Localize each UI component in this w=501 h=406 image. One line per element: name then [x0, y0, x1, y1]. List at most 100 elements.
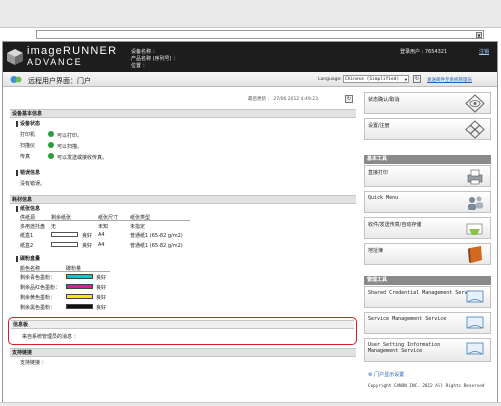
status-monitor-button[interactable]: 状态确认/取消: [364, 92, 491, 114]
error-value: 没有错误。: [20, 181, 46, 187]
status-monitor-icon: [465, 94, 485, 113]
paper-size: A4: [98, 242, 105, 248]
canon-logo-icon: [7, 49, 23, 65]
toner-bar-black: [66, 304, 93, 309]
toner-bar-yellow: [66, 294, 93, 299]
language-value: Chinese (Simplified): [345, 77, 400, 82]
paper-source: 纸盒2: [20, 243, 34, 249]
toner-label-black: 剩余黑色墨粉：: [20, 305, 56, 311]
paper-type: 未指定: [130, 224, 146, 230]
service-management-button[interactable]: Service Management Service: [364, 312, 491, 334]
logout-link[interactable]: 注销: [479, 48, 489, 55]
status-value-scanner: 可以扫描。: [57, 144, 83, 150]
address-dropdown-icon[interactable]: ▼: [476, 32, 482, 38]
direct-print-label: 直接打印: [368, 170, 389, 176]
message-board-header: 信息板: [11, 320, 354, 329]
quick-menu-button[interactable]: Quick Menu: [364, 191, 491, 213]
toner-value-yellow: 良好: [96, 295, 107, 301]
status-label-scanner: 扫描仪: [20, 143, 36, 149]
refresh-icon[interactable]: ↻: [413, 75, 421, 83]
settings-registration-label: 设置/注册: [368, 123, 390, 129]
user-setting-info-label: User Setting Information Management Serv…: [368, 342, 441, 354]
browser-toolbar: [0, 0, 501, 28]
table-divider: [20, 220, 190, 221]
product-name-label: 产品名称 (序列号) ：: [131, 56, 179, 62]
paper-size: A4: [98, 232, 105, 238]
chevron-down-icon: ▼: [404, 77, 407, 82]
paper-info-subheader: 纸张信息: [16, 206, 40, 212]
user-setting-info-button[interactable]: User Setting Information Management Serv…: [364, 338, 491, 362]
paper-type: 普通纸1 (65-82 g/m2): [130, 233, 183, 239]
status-label-printer: 打印机: [20, 132, 36, 138]
shared-credential-button[interactable]: Shared Credential Management Service: [364, 286, 491, 308]
status-value-printer: 可以打印。: [57, 133, 83, 139]
service-window-icon: [466, 342, 484, 355]
toner-label-yellow: 剩余黄色墨粉：: [20, 295, 56, 301]
printer-icon: [467, 169, 483, 185]
browser-status-bar: [0, 402, 501, 406]
status-ok-icon: [48, 153, 54, 159]
brand-name: imageRUNNER: [27, 45, 118, 57]
toner-value-cyan: 良好: [96, 275, 107, 281]
portal-icon: [10, 76, 22, 83]
toner-label-magenta: 剩余品红色墨粉：: [20, 285, 61, 291]
mail-admin-link[interactable]: 发送邮件至系统管理员: [427, 77, 472, 83]
toner-value-black: 良好: [96, 305, 107, 311]
fax-inbox-label: 收件/发送传真/自动存储: [368, 222, 422, 228]
last-updated: 最后更新 ： 27/06 2012 4:49:23: [248, 97, 318, 102]
support-links-text: 支持链接 ：: [20, 360, 47, 366]
paper-level-bar: [51, 242, 78, 247]
language-label: Language:: [318, 77, 342, 82]
shared-credential-label: Shared Credential Management Service: [368, 290, 477, 296]
toner-subheader: 碳粉盒量: [16, 256, 40, 262]
paper-level-bar: [51, 232, 78, 237]
consumables-header: 耗材信息: [10, 195, 356, 204]
direct-print-button[interactable]: 直接打印: [364, 165, 491, 187]
brand-subname: ADVANCE: [27, 57, 83, 67]
status-value-fax: 可以发送或接收传真。: [57, 155, 108, 161]
service-window-icon: [466, 316, 484, 329]
portal-display-settings-label: 门户显示设置: [374, 372, 405, 378]
toner-bar-magenta: [66, 284, 93, 289]
inbox-icon: [466, 223, 483, 235]
refresh-icon[interactable]: ↻: [345, 95, 353, 103]
service-window-icon: [466, 290, 484, 303]
toner-value-magenta: 良好: [96, 285, 107, 291]
location-label: 位置 ：: [131, 63, 148, 69]
settings-icon: [465, 120, 485, 139]
paper-source: 纸盒1: [20, 233, 34, 239]
copyright: Copyright CANON INC. 2012 All Rights Res…: [368, 384, 485, 389]
paper-type: 普通纸1 (65-82 g/m2): [130, 243, 183, 249]
address-bar[interactable]: ▼: [36, 30, 484, 39]
device-name-label: 设备名称 ：: [131, 49, 158, 55]
status-monitor-label: 状态确认/取消: [368, 97, 400, 103]
status-ok-icon: [48, 131, 54, 137]
page-title: 远程用户界面：门户: [28, 77, 91, 85]
device-status-subheader: 设备状态: [16, 121, 40, 127]
paper-source: 多用途托盘: [20, 224, 46, 230]
login-user: 登录用户 : 7654321: [400, 49, 448, 55]
address-book-icon: [468, 246, 482, 263]
paper-remaining: 良好: [82, 233, 93, 239]
language-select[interactable]: Chinese (Simplified) ▼: [343, 75, 409, 83]
paper-remaining: 无: [51, 224, 57, 230]
address-book-label: 地址簿: [368, 248, 384, 254]
users-icon: [468, 196, 483, 210]
error-info-subheader: 错误信息: [16, 170, 40, 176]
status-label-fax: 传真: [20, 154, 31, 160]
address-book-button[interactable]: 地址簿: [364, 243, 491, 265]
paper-remaining: 良好: [82, 243, 93, 249]
admin-tools-header: 管理工具: [364, 276, 491, 285]
message-board-text: 来自系统管理员的消息 ：: [22, 334, 79, 340]
basic-tools-header: 基本工具: [364, 155, 491, 164]
service-management-label: Service Management Service: [368, 316, 447, 322]
toner-bar-cyan: [66, 274, 93, 279]
settings-registration-button[interactable]: 设置/注册: [364, 118, 491, 140]
table-divider: [20, 271, 110, 272]
support-links-header: 支持链接: [10, 348, 356, 357]
status-ok-icon: [48, 142, 54, 148]
portal-display-settings-link[interactable]: ⚙ 门户显示设置: [368, 371, 404, 378]
device-info-header: 设备基本信息: [10, 109, 356, 118]
toner-label-cyan: 剩余青色墨粉：: [20, 275, 56, 281]
fax-inbox-button[interactable]: 收件/发送传真/自动存储: [364, 217, 491, 239]
